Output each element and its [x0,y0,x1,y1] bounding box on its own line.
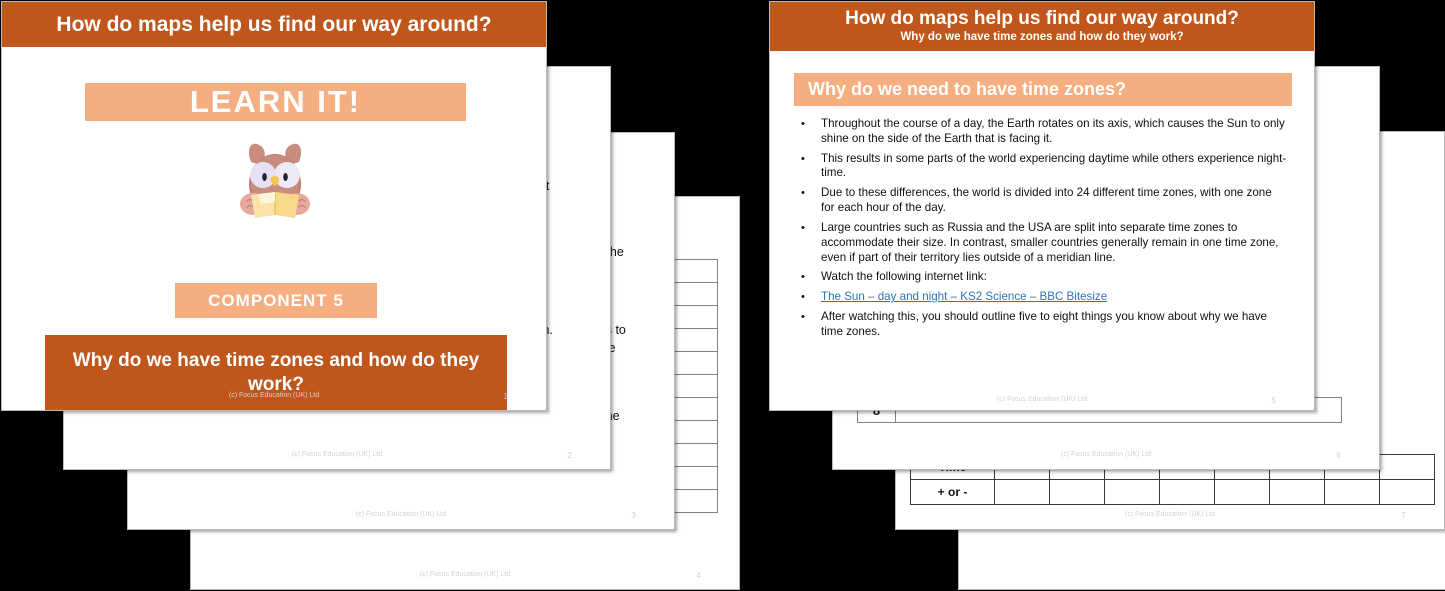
page-number: 3 [631,511,636,520]
bullet-marker: • [801,187,805,200]
footer-copyright: (c) Focus Education (UK) Ltd [228,392,320,399]
list-item: • Large countries such as Russia and the… [798,221,1288,265]
table-cell[interactable] [994,479,1050,505]
bullet-marker: • [801,291,805,304]
slide-thumbnail-1[interactable]: How do maps help us find our way around?… [1,1,547,411]
bullet-marker: • [801,311,805,324]
slide-footer: (c) Focus Education (UK) Ltd 7 [896,511,1444,523]
bullet-text: Due to these differences, the world is d… [821,186,1272,215]
table-row[interactable]: + or - [910,479,1435,505]
owl-reading-book-icon [225,132,325,232]
page-number: 4 [696,571,701,580]
bullet-text: Watch the following internet link: [821,270,987,284]
bullet-text: Large countries such as Russia and the U… [821,220,1279,264]
table-cell[interactable] [1269,479,1325,505]
slide-deck-overview: 8 (c) Focus Education (UK) Ltd 4 o the i… [0,0,1445,591]
list-item[interactable]: • The Sun – day and night – KS2 Science … [798,290,1288,305]
footer-copyright: (c) Focus Education (UK) Ltd [355,511,447,518]
table-cell[interactable] [1214,479,1270,505]
list-item: • After watching this, you should outlin… [798,310,1288,340]
page-number: 2 [567,451,572,460]
banner-subtitle: Why do we have time zones and how do the… [900,31,1184,44]
slide-banner: How do maps help us find our way around? [2,2,546,47]
table-cell[interactable] [1104,479,1160,505]
footer-copyright: (c) Focus Education (UK) Ltd [1124,511,1216,518]
footer-copyright: (c) Focus Education (UK) Ltd [996,396,1088,403]
bullet-marker: • [801,152,805,165]
bbc-bitesize-link[interactable]: The Sun – day and night – KS2 Science – … [821,290,1107,303]
slide-footer: (c) Focus Education (UK) Ltd 2 [64,451,610,463]
footer-copyright: (c) Focus Education (UK) Ltd [291,451,383,458]
slide-body: Why do we need to have time zones? • Thr… [770,51,1314,410]
bullet-text-link-wrapper: The Sun – day and night – KS2 Science – … [821,290,1107,305]
slide-footer: (c) Focus Education (UK) Ltd 4 [191,571,739,583]
row-label-plus-or-minus: + or - [910,479,995,505]
list-item: • Watch the following internet link: [798,270,1288,285]
bullet-text: After watching this, you should outline … [821,310,1267,338]
page-number: 7 [1401,511,1406,520]
footer-copyright: (c) Focus Education (UK) Ltd [1060,451,1152,458]
page-number: 6 [1336,451,1341,460]
list-item: • This results in some parts of the worl… [798,152,1288,182]
bullet-marker: • [801,221,805,234]
slide-footer: (c) Focus Education (UK) Ltd 6 [833,451,1379,463]
learn-it-badge: LEARN IT! [85,83,466,121]
bullet-marker: • [801,271,805,284]
bullet-text: Throughout the course of a day, the Eart… [821,117,1285,145]
footer-copyright: (c) Focus Education (UK) Ltd [419,571,511,578]
slide-footer: (c) Focus Education (UK) Ltd 5 [770,396,1314,408]
bullet-text: This results in some parts of the world … [821,151,1287,180]
slide-body: LEARN IT! COMPONENT 5 Why do we have tim… [2,47,546,410]
slide-thumbnail-5[interactable]: How do maps help us find our way around?… [769,1,1315,411]
table-cell[interactable] [1159,479,1215,505]
slide-banner: How do maps help us find our way around?… [770,2,1314,51]
list-item: • Throughout the course of a day, the Ea… [798,117,1288,147]
table-cell[interactable] [1379,479,1435,505]
list-item: • Due to these differences, the world is… [798,186,1288,216]
slide-subheading: Why do we need to have time zones? [794,73,1292,106]
bullet-list: • Throughout the course of a day, the Ea… [798,117,1288,345]
page-number: 1 [503,392,508,401]
page-number: 5 [1271,396,1276,405]
bullet-marker: • [801,118,805,130]
table-cell[interactable] [1324,479,1380,505]
banner-title: How do maps help us find our way around? [845,8,1239,30]
table-cell[interactable] [1049,479,1105,505]
banner-title: How do maps help us find our way around? [56,12,492,36]
table-cell[interactable] [1379,454,1435,480]
slide-footer: (c) Focus Education (UK) Ltd 3 [128,511,674,523]
component-badge: COMPONENT 5 [175,283,377,318]
slide-footer: (c) Focus Education (UK) Ltd 1 [2,392,546,404]
